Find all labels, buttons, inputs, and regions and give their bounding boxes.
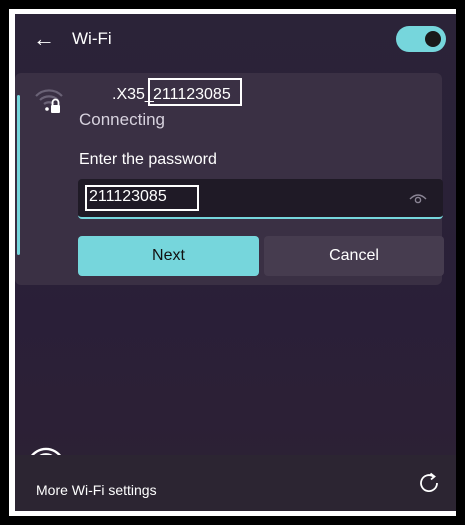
wifi-secured-icon [35,89,63,113]
page-title: Wi-Fi [72,29,112,48]
flyout-header: ← Wi-Fi [15,14,457,68]
flyout-footer: More Wi-Fi settings [15,455,457,511]
eye-icon[interactable] [408,190,428,206]
more-wifi-settings-link[interactable]: More Wi-Fi settings [36,482,157,498]
password-label: Enter the password [79,151,217,168]
wifi-flyout: ← Wi-Fi .X35_ 211123085 Connecting Enter… [15,14,457,511]
cancel-button[interactable]: Cancel [264,236,444,276]
selection-accent-bar [17,95,20,255]
next-button[interactable]: Next [78,236,259,276]
toggle-knob [425,31,441,47]
connection-status: Connecting [79,110,166,129]
network-ssid-number: 211123085 [153,86,231,103]
back-arrow-icon[interactable]: ← [32,27,56,51]
password-input[interactable]: 211123085 [78,179,443,219]
wifi-toggle[interactable] [396,26,446,52]
refresh-icon[interactable] [416,470,442,496]
password-value: 211123085 [89,188,167,205]
